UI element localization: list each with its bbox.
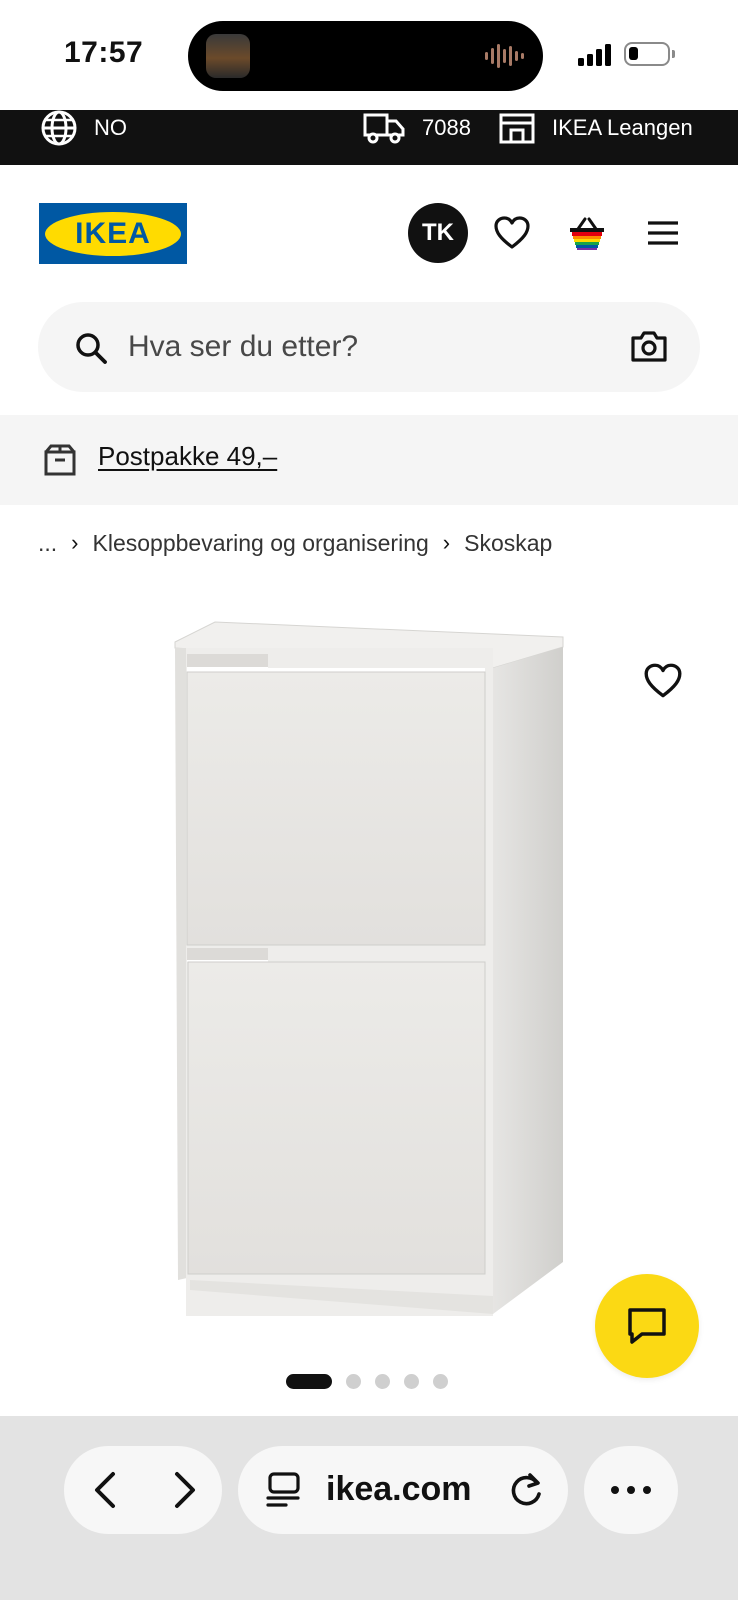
navigation-pill [64,1446,222,1534]
address-bar[interactable]: ikea.com [238,1446,568,1534]
pagination-dot[interactable] [404,1373,419,1389]
account-avatar[interactable]: TK [408,203,468,263]
language-selector[interactable]: NO [40,110,127,145]
parcel-icon [44,444,76,476]
logo-oval: IKEA [45,211,181,256]
now-playing-artwork [206,34,250,78]
search-input[interactable] [128,322,588,372]
logo-text: IKEA [75,216,151,250]
breadcrumb: ... › Klesoppbevaring og organisering › … [38,528,552,558]
product-image[interactable] [0,590,738,1360]
heart-icon[interactable] [492,213,532,253]
store-icon [499,113,535,143]
globe-icon [41,110,77,145]
chat-button[interactable] [595,1274,699,1378]
store-selector[interactable]: IKEA Leangen [498,110,693,145]
top-utility-bar: NO 7088 IKEA Leangen [0,110,738,165]
truck-icon [363,113,405,143]
postcode-label: 7088 [422,114,471,140]
breadcrumb-item-category[interactable]: Klesoppbevaring og organisering [93,530,429,557]
gallery-pagination [286,1372,448,1390]
chat-icon [628,1308,666,1344]
status-bar: 17:57 [0,0,738,110]
search-bar[interactable] [38,302,700,392]
ikea-logo[interactable]: IKEA [39,203,187,264]
store-label: IKEA Leangen [552,114,693,140]
forward-icon[interactable] [160,1468,204,1512]
battery-icon [624,42,675,66]
breadcrumb-item-current[interactable]: Skoskap [464,530,552,557]
pagination-dot[interactable] [286,1373,332,1389]
basket-icon[interactable] [567,213,607,253]
dynamic-island[interactable] [188,21,543,91]
site-header: IKEA TK [0,165,738,285]
more-button[interactable] [584,1446,678,1534]
search-icon[interactable] [74,331,108,365]
pagination-dot[interactable] [346,1373,361,1389]
pagination-dot[interactable] [433,1373,448,1389]
menu-icon[interactable] [643,213,683,253]
chevron-right-icon: › [442,530,451,555]
breadcrumb-ellipsis[interactable]: ... [38,530,57,557]
promo-banner: Postpakke 49,– [0,415,738,505]
promo-link[interactable]: Postpakke 49,– [98,441,277,472]
audio-waveform-icon [485,41,525,71]
delivery-postcode[interactable]: 7088 [362,110,471,145]
camera-icon[interactable] [630,329,668,363]
language-label: NO [94,114,127,140]
chevron-right-icon: › [71,530,79,555]
back-icon[interactable] [86,1468,130,1512]
cellular-signal-icon [578,42,614,66]
browser-toolbar: ikea.com [0,1416,738,1600]
status-time: 17:57 [64,36,144,69]
more-icon [611,1486,619,1494]
favourite-heart-icon[interactable] [642,660,684,702]
tabs-icon[interactable] [264,1471,302,1509]
pagination-dot[interactable] [375,1373,390,1389]
reload-icon[interactable] [506,1470,546,1510]
url-text[interactable]: ikea.com [326,1470,472,1509]
